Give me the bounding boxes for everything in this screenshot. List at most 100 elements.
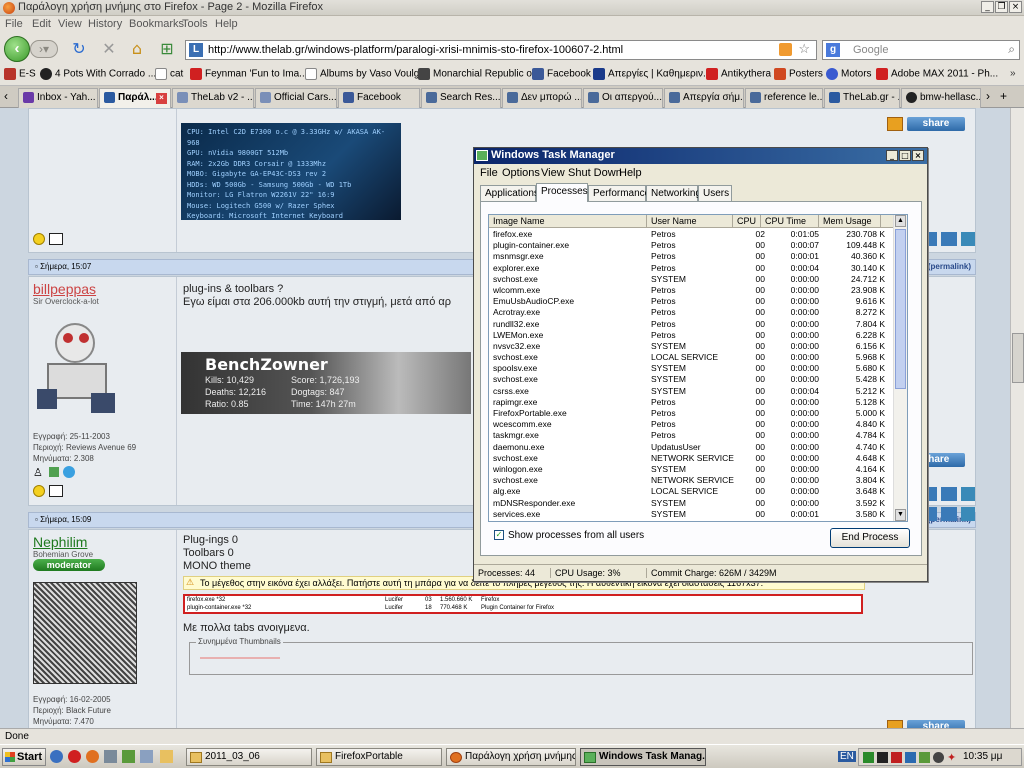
tray-icon[interactable] bbox=[919, 752, 930, 763]
process-row[interactable]: rapimgr.exe Petros 00 0:00:00 5.128 K bbox=[489, 397, 895, 408]
bookmark-item[interactable]: Antikythera bbox=[706, 68, 771, 80]
tab-applications[interactable]: Applications bbox=[480, 185, 539, 202]
share-button[interactable]: share bbox=[907, 720, 965, 728]
quicklaunch-opera-icon[interactable] bbox=[68, 750, 81, 763]
quote-icon[interactable] bbox=[961, 232, 975, 246]
tab-inbox[interactable]: Inbox - Yah... bbox=[18, 88, 98, 108]
process-row[interactable]: nvsvc32.exe SYSTEM 00 0:00:00 6.156 K bbox=[489, 341, 895, 352]
skype-icon[interactable] bbox=[63, 466, 75, 478]
process-row[interactable]: alg.exe LOCAL SERVICE 00 0:00:00 3.648 K bbox=[489, 486, 895, 497]
minimize-button[interactable]: _ bbox=[886, 150, 898, 161]
process-row[interactable]: daemonu.exe UpdatusUser 00 0:00:00 4.740 K bbox=[489, 442, 895, 453]
tab-item[interactable]: reference le... bbox=[745, 88, 823, 108]
tm-menu-shutdown[interactable]: Shut Down bbox=[568, 167, 622, 179]
process-row[interactable]: wlcomm.exe Petros 00 0:00:00 23.908 K bbox=[489, 285, 895, 296]
tab-users[interactable]: Users bbox=[698, 185, 732, 202]
quicklaunch-icon[interactable] bbox=[140, 750, 153, 763]
process-row[interactable]: taskmgr.exe Petros 00 0:00:00 4.784 K bbox=[489, 430, 895, 441]
close-tab-icon[interactable]: × bbox=[156, 93, 167, 104]
reload-icon[interactable]: ↻ bbox=[68, 38, 90, 60]
tray-icon[interactable] bbox=[905, 752, 916, 763]
bookmark-item[interactable]: 4 Pots With Corrado ... bbox=[40, 68, 156, 80]
bookmark-item[interactable]: E-S bbox=[4, 68, 36, 80]
end-process-button[interactable]: End Process bbox=[830, 528, 910, 548]
show-all-users-checkbox[interactable]: ✓ Show processes from all users bbox=[494, 530, 644, 541]
tab-item[interactable]: TheLab.gr - ... bbox=[824, 88, 900, 108]
menu-help[interactable]: Help bbox=[215, 18, 238, 30]
tab-item[interactable]: Official Cars... bbox=[255, 88, 337, 108]
tray-icon[interactable]: ✦ bbox=[947, 751, 956, 764]
quote-icon[interactable] bbox=[961, 487, 975, 501]
thumbs-up-icon[interactable] bbox=[887, 117, 903, 131]
menu-history[interactable]: History bbox=[88, 18, 122, 30]
home-icon[interactable]: ⌂ bbox=[126, 38, 148, 60]
bookmark-item[interactable]: Facebook bbox=[532, 68, 591, 80]
tab-processes[interactable]: Processes bbox=[536, 183, 588, 202]
taskbar-button-task-manager[interactable]: Windows Task Manag... bbox=[580, 748, 706, 766]
new-tab-icon[interactable]: + bbox=[1000, 89, 1007, 103]
column-image-name[interactable]: Image Name bbox=[489, 215, 647, 228]
tab-item[interactable]: Οι απεργού... bbox=[583, 88, 663, 108]
post-username[interactable]: billpeppas bbox=[33, 281, 96, 297]
process-row[interactable]: csrss.exe SYSTEM 00 0:00:04 5.212 K bbox=[489, 386, 895, 397]
tab-scroll-left-icon[interactable]: ‹ bbox=[4, 89, 8, 103]
tab-item[interactable]: Search Res... bbox=[421, 88, 501, 108]
quicklaunch-firefox-icon[interactable] bbox=[86, 750, 99, 763]
tm-menu-options[interactable]: Options bbox=[502, 167, 540, 179]
maximize-button[interactable]: □ bbox=[899, 150, 911, 161]
quicklaunch-icon[interactable] bbox=[122, 750, 135, 763]
flag-icon[interactable] bbox=[49, 233, 63, 245]
tab-item[interactable]: TheLab v2 - ... bbox=[172, 88, 254, 108]
back-button[interactable]: ‹ bbox=[4, 36, 30, 62]
bookmark-item[interactable]: Απεργίες | Καθημεριν... bbox=[593, 68, 711, 80]
tray-icon[interactable] bbox=[877, 752, 888, 763]
lightbulb-icon[interactable] bbox=[33, 485, 45, 497]
close-button[interactable]: × bbox=[1009, 1, 1022, 13]
process-row[interactable]: svchost.exe LOCAL SERVICE 00 0:00:00 5.968 K bbox=[489, 352, 895, 363]
add-bookmark-icon[interactable]: ⊞ bbox=[156, 38, 178, 60]
process-row[interactable]: winlogon.exe SYSTEM 00 0:00:00 4.164 K bbox=[489, 464, 895, 475]
bookmark-item[interactable]: cat bbox=[155, 68, 183, 80]
quicklaunch-icon[interactable] bbox=[104, 750, 117, 763]
bookmarks-overflow-icon[interactable]: » bbox=[1010, 68, 1016, 79]
menu-bookmarks[interactable]: Bookmarks bbox=[129, 18, 184, 30]
thumbnail-link[interactable] bbox=[200, 657, 280, 659]
checkbox-checked-icon[interactable]: ✓ bbox=[494, 530, 504, 541]
clock[interactable]: 10:35 μμ bbox=[963, 751, 1002, 762]
taskbar-button[interactable]: FirefoxPortable bbox=[316, 748, 442, 766]
process-row[interactable]: LWEMon.exe Petros 00 0:00:00 6.228 K bbox=[489, 330, 895, 341]
tab-networking[interactable]: Networking bbox=[646, 185, 701, 202]
process-row[interactable]: spoolsv.exe SYSTEM 00 0:00:00 5.680 K bbox=[489, 363, 895, 374]
page-scrollbar[interactable] bbox=[1010, 108, 1024, 728]
column-cpu[interactable]: CPU bbox=[733, 215, 761, 228]
post-username[interactable]: Nephilim bbox=[33, 534, 87, 550]
process-row[interactable]: svchost.exe SYSTEM 00 0:00:00 24.712 K bbox=[489, 274, 895, 285]
share-button[interactable]: share bbox=[907, 117, 965, 131]
tm-menu-help[interactable]: Help bbox=[619, 167, 642, 179]
close-button[interactable]: × bbox=[912, 150, 924, 161]
lightbulb-icon[interactable] bbox=[33, 233, 45, 245]
menu-edit[interactable]: Edit bbox=[32, 18, 51, 30]
scrollbar-thumb[interactable] bbox=[895, 229, 906, 389]
tab-item[interactable]: Δεν μπορώ ... bbox=[502, 88, 582, 108]
column-mem-usage[interactable]: Mem Usage bbox=[819, 215, 881, 228]
bookmark-item[interactable]: Posters bbox=[774, 68, 823, 80]
process-row[interactable]: plugin-container.exe Petros 00 0:00:07 109.4… bbox=[489, 240, 895, 251]
tm-menu-file[interactable]: File bbox=[480, 167, 498, 179]
tray-icon[interactable] bbox=[863, 752, 874, 763]
process-row[interactable]: svchost.exe NETWORK SERVICE 00 0:00:00 4.648… bbox=[489, 453, 895, 464]
restore-button[interactable]: ❐ bbox=[995, 1, 1008, 13]
process-list[interactable]: Image Name User Name CPU CPU Time Mem Us… bbox=[488, 214, 908, 522]
process-row[interactable]: services.exe SYSTEM 00 0:00:01 3.580 K bbox=[489, 509, 895, 520]
msn-icon[interactable] bbox=[49, 467, 59, 477]
process-row[interactable]: mDNSResponder.exe SYSTEM 00 0:00:00 3.592 K bbox=[489, 498, 895, 509]
scrollbar-thumb[interactable] bbox=[1012, 333, 1024, 383]
search-icon[interactable]: ⌕ bbox=[1008, 42, 1015, 57]
process-row[interactable]: svchost.exe SYSTEM 00 0:00:00 5.428 K bbox=[489, 374, 895, 385]
bookmark-item[interactable]: Adobe MAX 2011 - Ph... bbox=[876, 68, 998, 80]
user-status-icon[interactable]: ♙ bbox=[33, 466, 43, 479]
process-row[interactable]: explorer.exe Petros 00 0:00:04 30.140 K bbox=[489, 263, 895, 274]
permalink-link[interactable]: (permalink) bbox=[928, 262, 971, 271]
tab-item[interactable]: bmw-hellasc... bbox=[901, 88, 981, 108]
scroll-down-icon[interactable]: ▼ bbox=[895, 509, 906, 521]
